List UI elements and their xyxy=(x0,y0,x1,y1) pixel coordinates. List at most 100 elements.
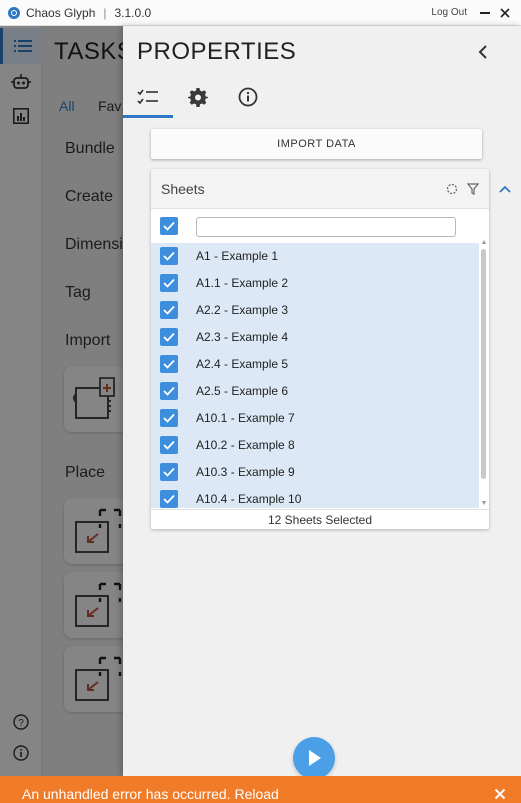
sheet-filter-input[interactable] xyxy=(196,217,456,237)
logout-link[interactable]: Log Out xyxy=(431,7,467,18)
app-version: 3.1.0.0 xyxy=(114,5,152,20)
tab-all[interactable]: All xyxy=(59,98,75,114)
sheet-checkbox[interactable] xyxy=(160,274,178,292)
place-icon xyxy=(75,656,122,701)
check-icon xyxy=(163,440,175,450)
place-icon xyxy=(75,508,122,553)
scroll-down-icon[interactable]: ▼ xyxy=(480,499,488,507)
properties-tabs xyxy=(123,78,521,118)
sheets-selected-status: 12 Sheets Selected xyxy=(151,509,489,529)
place-card-3[interactable] xyxy=(64,646,128,712)
sheet-checkbox[interactable] xyxy=(160,247,178,265)
rail-item-tasks[interactable] xyxy=(0,28,42,64)
filter-icon xyxy=(467,183,479,195)
check-icon xyxy=(163,467,175,477)
sheet-checkbox[interactable] xyxy=(160,301,178,319)
select-all-row xyxy=(151,211,481,241)
icon-rail: ? xyxy=(0,26,42,776)
close-icon xyxy=(494,788,506,800)
scroll-thumb[interactable] xyxy=(481,249,486,479)
list-item[interactable]: A10.3 - Example 9 xyxy=(151,459,479,486)
sheet-label: A1.1 - Example 2 xyxy=(196,276,289,290)
properties-title: PROPERTIES xyxy=(137,38,297,65)
scroll-up-icon[interactable]: ▲ xyxy=(480,238,488,246)
tab-favorites[interactable]: Fav xyxy=(98,98,121,114)
reset-icon xyxy=(446,183,458,195)
filter-button[interactable] xyxy=(465,181,481,197)
section-import: Import xyxy=(65,332,111,349)
checklist-icon xyxy=(137,89,158,105)
place-card-1[interactable] xyxy=(64,498,128,564)
task-tag[interactable]: Tag xyxy=(65,284,91,302)
check-icon xyxy=(163,494,175,504)
sheet-label: A10.3 - Example 9 xyxy=(196,465,295,479)
check-icon xyxy=(163,221,175,231)
rail-item-reports[interactable] xyxy=(0,98,42,134)
list-item[interactable]: A2.5 - Example 6 xyxy=(151,378,479,405)
properties-panel: PROPERTIES IMPORT DATA Sheets A1 - Examp… xyxy=(123,26,521,779)
task-create[interactable]: Create xyxy=(65,188,113,206)
dismiss-error-button[interactable] xyxy=(493,787,507,801)
help-button[interactable]: ? xyxy=(0,710,42,734)
sheet-label: A1 - Example 1 xyxy=(196,249,279,263)
gear-icon xyxy=(188,88,208,107)
sheet-checkbox[interactable] xyxy=(160,355,178,373)
collapse-panel-button[interactable] xyxy=(473,42,493,62)
reload-link[interactable]: Reload xyxy=(234,786,278,802)
task-dimension[interactable]: Dimensi xyxy=(65,236,123,254)
list-item[interactable]: A10.1 - Example 7 xyxy=(151,405,479,432)
list-item[interactable]: A1.1 - Example 2 xyxy=(151,270,479,297)
error-bar: An unhandled error has occurred. Reload xyxy=(0,776,521,803)
list-item[interactable]: A2.2 - Example 3 xyxy=(151,297,479,324)
check-icon xyxy=(163,278,175,288)
check-icon xyxy=(163,413,175,423)
app-logo-icon xyxy=(8,6,20,19)
sheet-checkbox[interactable] xyxy=(160,409,178,427)
import-sheet-card[interactable] xyxy=(64,366,128,432)
section-place: Place xyxy=(65,464,106,481)
sheet-checkbox[interactable] xyxy=(160,382,178,400)
tab-sheet-selection[interactable] xyxy=(123,78,173,118)
chart-icon xyxy=(13,108,29,124)
sheet-label: A2.3 - Example 4 xyxy=(196,330,289,344)
about-button[interactable] xyxy=(0,741,42,765)
select-all-checkbox[interactable] xyxy=(160,217,178,235)
sheet-label: A2.5 - Example 6 xyxy=(196,384,289,398)
place-card-2[interactable] xyxy=(64,572,128,638)
sheet-checkbox[interactable] xyxy=(160,463,178,481)
run-button[interactable] xyxy=(293,737,335,779)
sheet-label: A2.4 - Example 5 xyxy=(196,357,289,371)
import-sheet-icon xyxy=(73,377,115,419)
sheet-label: A10.4 - Example 10 xyxy=(196,492,302,506)
sheets-collapse-button[interactable] xyxy=(497,181,513,197)
sheet-checkbox[interactable] xyxy=(160,436,178,454)
sheets-scrollbar[interactable]: ▲ ▼ xyxy=(479,237,489,509)
list-item[interactable]: A10.4 - Example 10 xyxy=(151,486,479,508)
sheet-label: A10.2 - Example 8 xyxy=(196,438,295,452)
rail-item-automation[interactable] xyxy=(0,64,42,100)
sheets-card: Sheets A1 - Example 1 A1.1 - Example 2 A… xyxy=(151,169,489,529)
play-icon xyxy=(309,750,321,766)
list-item[interactable]: A10.2 - Example 8 xyxy=(151,432,479,459)
close-window-button[interactable] xyxy=(495,3,515,23)
sheet-checkbox[interactable] xyxy=(160,490,178,508)
tab-info[interactable] xyxy=(223,78,273,116)
sheets-title: Sheets xyxy=(161,181,205,197)
sheet-label: A2.2 - Example 3 xyxy=(196,303,289,317)
list-item[interactable]: A2.3 - Example 4 xyxy=(151,324,479,351)
chevron-up-icon xyxy=(499,185,511,193)
minimize-button[interactable] xyxy=(475,3,495,23)
list-item[interactable]: A1 - Example 1 xyxy=(151,243,479,270)
sheets-list: A1 - Example 1 A1.1 - Example 2 A2.2 - E… xyxy=(151,243,479,508)
svg-text:?: ? xyxy=(18,718,24,729)
help-icon: ? xyxy=(13,714,29,730)
reset-selection-button[interactable] xyxy=(444,181,460,197)
error-message: An unhandled error has occurred. Reload xyxy=(22,786,279,802)
info-icon xyxy=(13,745,29,761)
sheet-checkbox[interactable] xyxy=(160,328,178,346)
tab-settings[interactable] xyxy=(173,78,223,116)
import-data-button[interactable]: IMPORT DATA xyxy=(151,129,482,159)
check-icon xyxy=(163,251,175,261)
list-item[interactable]: A2.4 - Example 5 xyxy=(151,351,479,378)
task-bundle[interactable]: Bundle xyxy=(65,140,115,158)
